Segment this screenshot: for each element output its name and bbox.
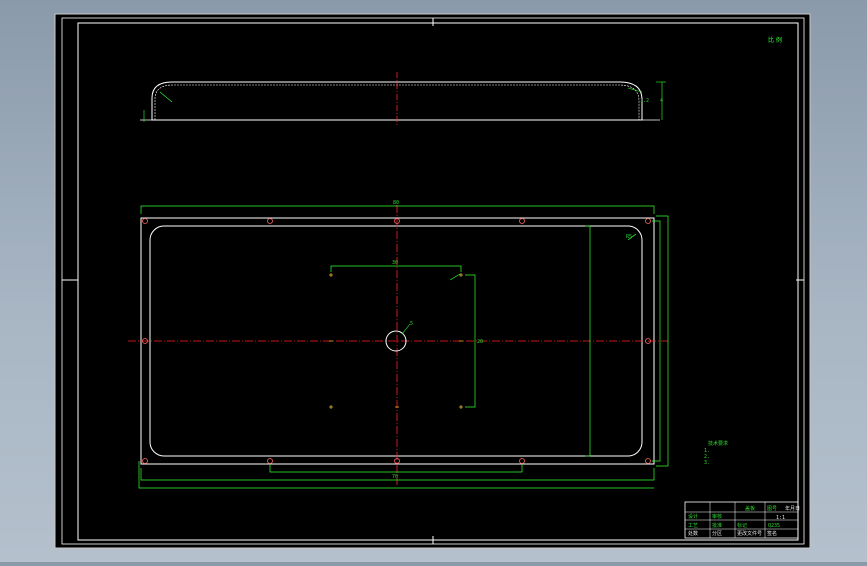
title-label-date: 年月日 <box>785 505 800 512</box>
side-dim-small: 1.2 <box>640 98 649 104</box>
title-part-name: 盖板 <box>745 505 755 512</box>
title-label-sign: 签名 <box>767 530 777 537</box>
scale-note: 比 例 <box>768 36 782 44</box>
title-label-design: 设计 <box>688 513 698 520</box>
title-drawing-no: 图号 <box>767 506 777 512</box>
dim-top-width: 80 <box>393 200 399 206</box>
title-scale: 1:1 <box>776 515 785 521</box>
title-label-mark: 标记 <box>737 522 747 529</box>
side-dim-height: 4 <box>660 98 663 104</box>
title-label-process: 工艺 <box>688 523 698 529</box>
title-material: Q235 <box>768 523 780 529</box>
tech-note-3: 3. <box>704 460 710 466</box>
dim-center-hole: 5 <box>410 321 413 327</box>
drawing-sheet <box>54 13 811 549</box>
dim-inner-width: 30 <box>392 260 398 266</box>
drawing-canvas[interactable]: 比 例 4 1.2 80 30 70 20 5 R5 技术要求 1. 2. 3.… <box>0 0 867 562</box>
dim-corner-radius: R5 <box>626 234 632 240</box>
dim-side-height: 20 <box>477 339 483 345</box>
title-label-change: 更改文件号 <box>737 530 762 537</box>
dim-bottom-width: 70 <box>392 474 398 480</box>
title-label-zone: 分区 <box>712 530 722 537</box>
cad-viewport[interactable]: 比 例 4 1.2 80 30 70 20 5 R5 技术要求 1. 2. 3.… <box>0 0 867 562</box>
title-label-review: 审核 <box>712 513 722 520</box>
title-label-approve: 批准 <box>712 522 722 529</box>
title-label-count: 处数 <box>688 530 698 537</box>
tech-note-title: 技术要求 <box>708 440 728 447</box>
